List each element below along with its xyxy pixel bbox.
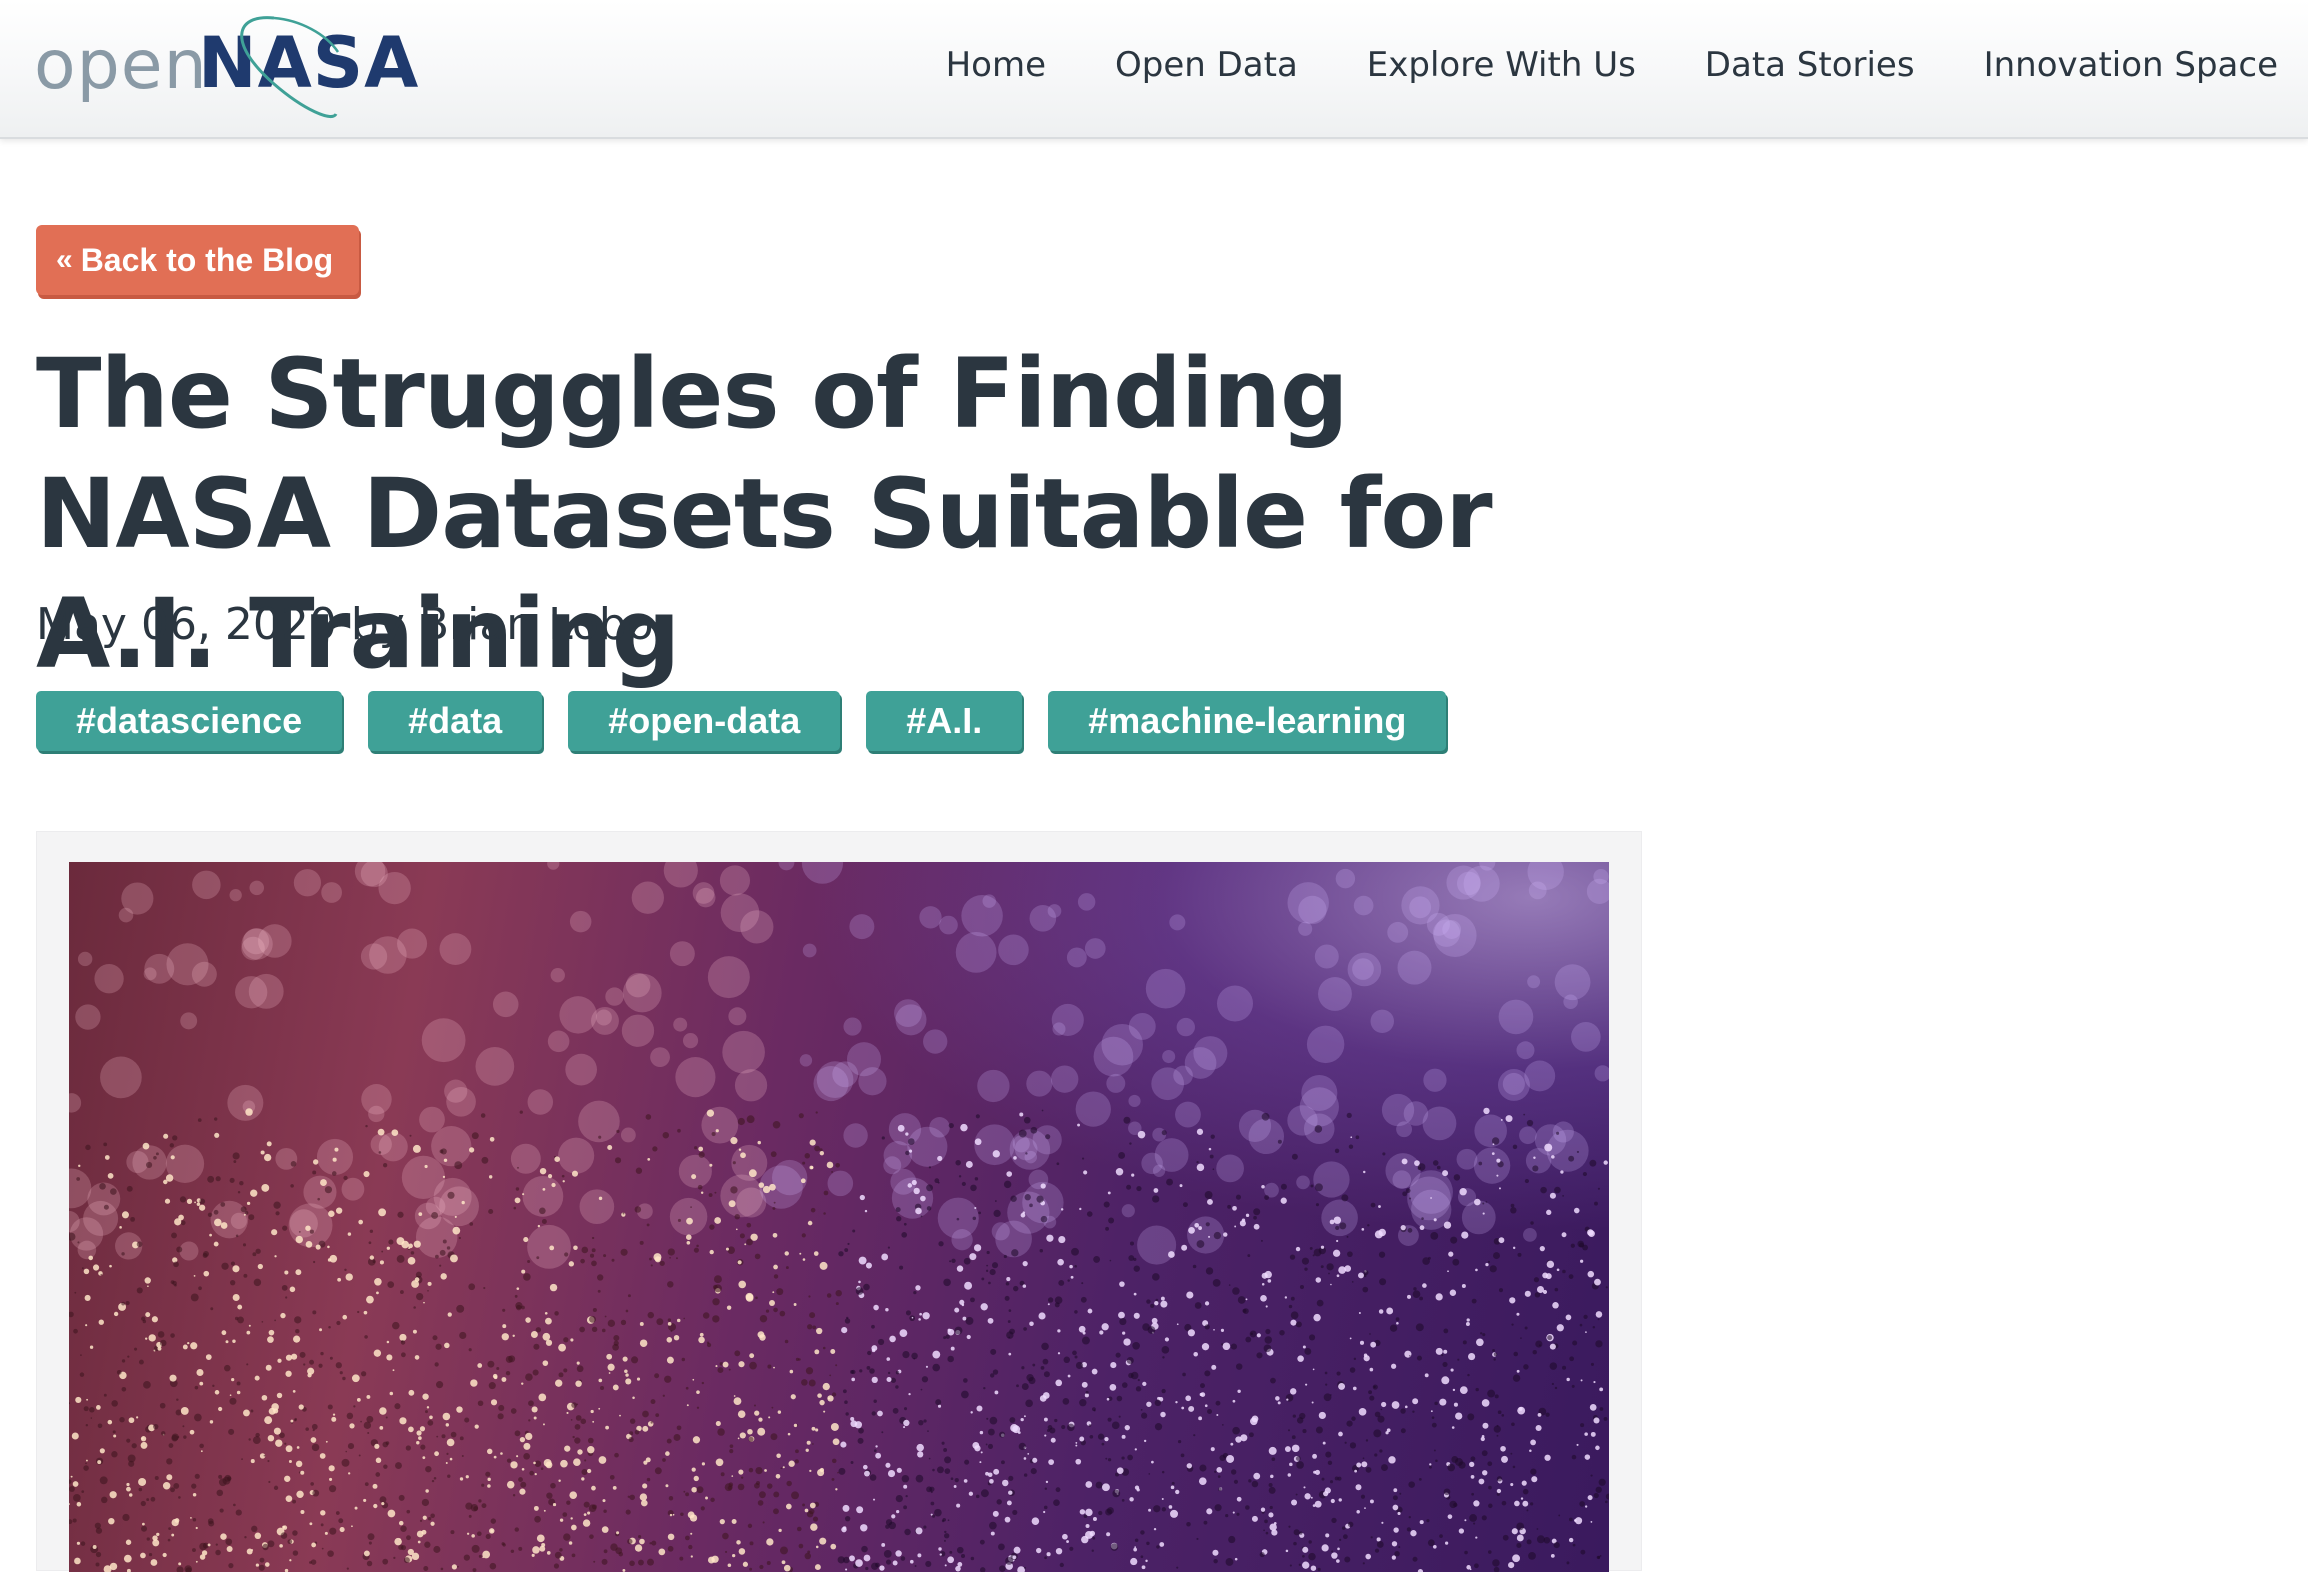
hero-image-frame [36,831,1642,1572]
main-nav: Home Open Data Explore With Us Data Stor… [946,40,2278,90]
tag-machine-learning[interactable]: #machine-learning [1048,691,1447,751]
orbit-swoosh-icon [240,16,340,118]
nav-innovation-space[interactable]: Innovation Space [1984,45,2278,85]
tag-list: #datascience #data #open-data #A.I. #mac… [36,691,1447,751]
post-meta: May 06, 2020 by Brian Lobo [36,599,654,650]
nav-open-data[interactable]: Open Data [1115,45,1298,85]
tag-data[interactable]: #data [368,691,543,751]
nav-home[interactable]: Home [946,45,1046,85]
tag-datascience[interactable]: #datascience [36,691,343,751]
tag-ai[interactable]: #A.I. [866,691,1023,751]
tag-open-data[interactable]: #open-data [568,691,841,751]
logo-open-text: open [34,26,208,105]
opennasa-logo[interactable]: open NASA [34,4,418,124]
nav-data-stories[interactable]: Data Stories [1705,45,1915,85]
nav-explore-with-us[interactable]: Explore With Us [1367,45,1636,85]
glitter-bokeh-art [69,862,1609,1572]
back-to-blog-button[interactable]: « Back to the Blog [36,225,360,295]
double-chevron-left-icon: « [56,243,73,276]
site-header: open NASA Home Open Data Explore With Us… [0,0,2308,139]
back-to-blog-label: Back to the Blog [80,241,334,278]
hero-image [69,862,1609,1572]
